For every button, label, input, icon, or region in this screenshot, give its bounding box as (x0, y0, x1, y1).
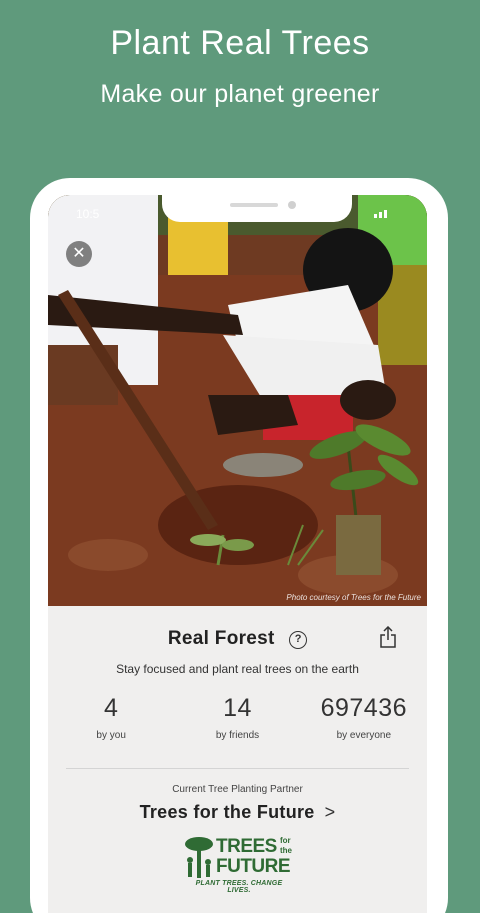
photo-credit: Photo courtesy of Trees for the Future (286, 593, 421, 602)
signal-icon (374, 210, 387, 218)
stat-label: by friends (215, 730, 260, 741)
tree-stats: 4 by you 14 by friends 697436 by everyon… (48, 694, 427, 741)
question-circle-icon[interactable]: ? (289, 631, 308, 649)
speaker-icon (230, 203, 278, 207)
forest-info-panel: Real Forest ? Stay focused and plant rea… (48, 606, 427, 913)
logo-tagline: PLANT TREES. CHANGE LIVES. (195, 880, 283, 894)
trees-for-the-future-logo[interactable]: TREES for the FUTURE PLANT TREES. CHANGE… (184, 834, 294, 894)
tree-people-icon (185, 837, 213, 878)
forest-subtitle: Stay focused and plant real trees on the… (116, 662, 359, 676)
stat-value: 4 (103, 694, 119, 722)
logo-word-future: FUTURE (216, 856, 291, 877)
phone-notch (162, 195, 352, 222)
logo-the: the (280, 846, 292, 855)
stat-value: 14 (223, 694, 252, 722)
partner-link[interactable]: Trees for the Future > (48, 802, 427, 823)
partner-caption: Current Tree Planting Partner (172, 784, 303, 795)
app-screen: 10:5 ✕ Photo courtesy of Trees for the F… (48, 195, 427, 913)
divider (66, 768, 409, 769)
status-time: 10:5 (76, 207, 100, 221)
forest-title: Real Forest (167, 628, 275, 649)
promo-subheadline: Make our planet greener (100, 80, 380, 108)
promo-headline: Plant Real Trees (110, 24, 370, 62)
stat-label: by everyone (336, 730, 392, 741)
stat-value: 697436 (320, 694, 408, 722)
close-button[interactable]: ✕ (66, 241, 92, 267)
forest-title-row: Real Forest ? (48, 628, 427, 650)
stat-by-friends: 14 by friends (174, 694, 300, 741)
chevron-right-icon: > (324, 802, 336, 822)
logo-for: for (280, 836, 291, 845)
tree-planting-photo: 10:5 ✕ Photo courtesy of Trees for the F… (48, 195, 427, 606)
phone-frame: 10:5 ✕ Photo courtesy of Trees for the F… (30, 178, 448, 913)
camera-icon (288, 201, 296, 209)
share-icon[interactable] (379, 626, 397, 648)
stat-by-you: 4 by you (48, 694, 174, 741)
stat-by-everyone: 697436 by everyone (301, 694, 427, 741)
stat-label: by you (96, 730, 126, 741)
logo-word-trees: TREES (216, 836, 277, 857)
tree-planting-illustration (48, 195, 427, 606)
partner-name: Trees for the Future (139, 802, 315, 822)
